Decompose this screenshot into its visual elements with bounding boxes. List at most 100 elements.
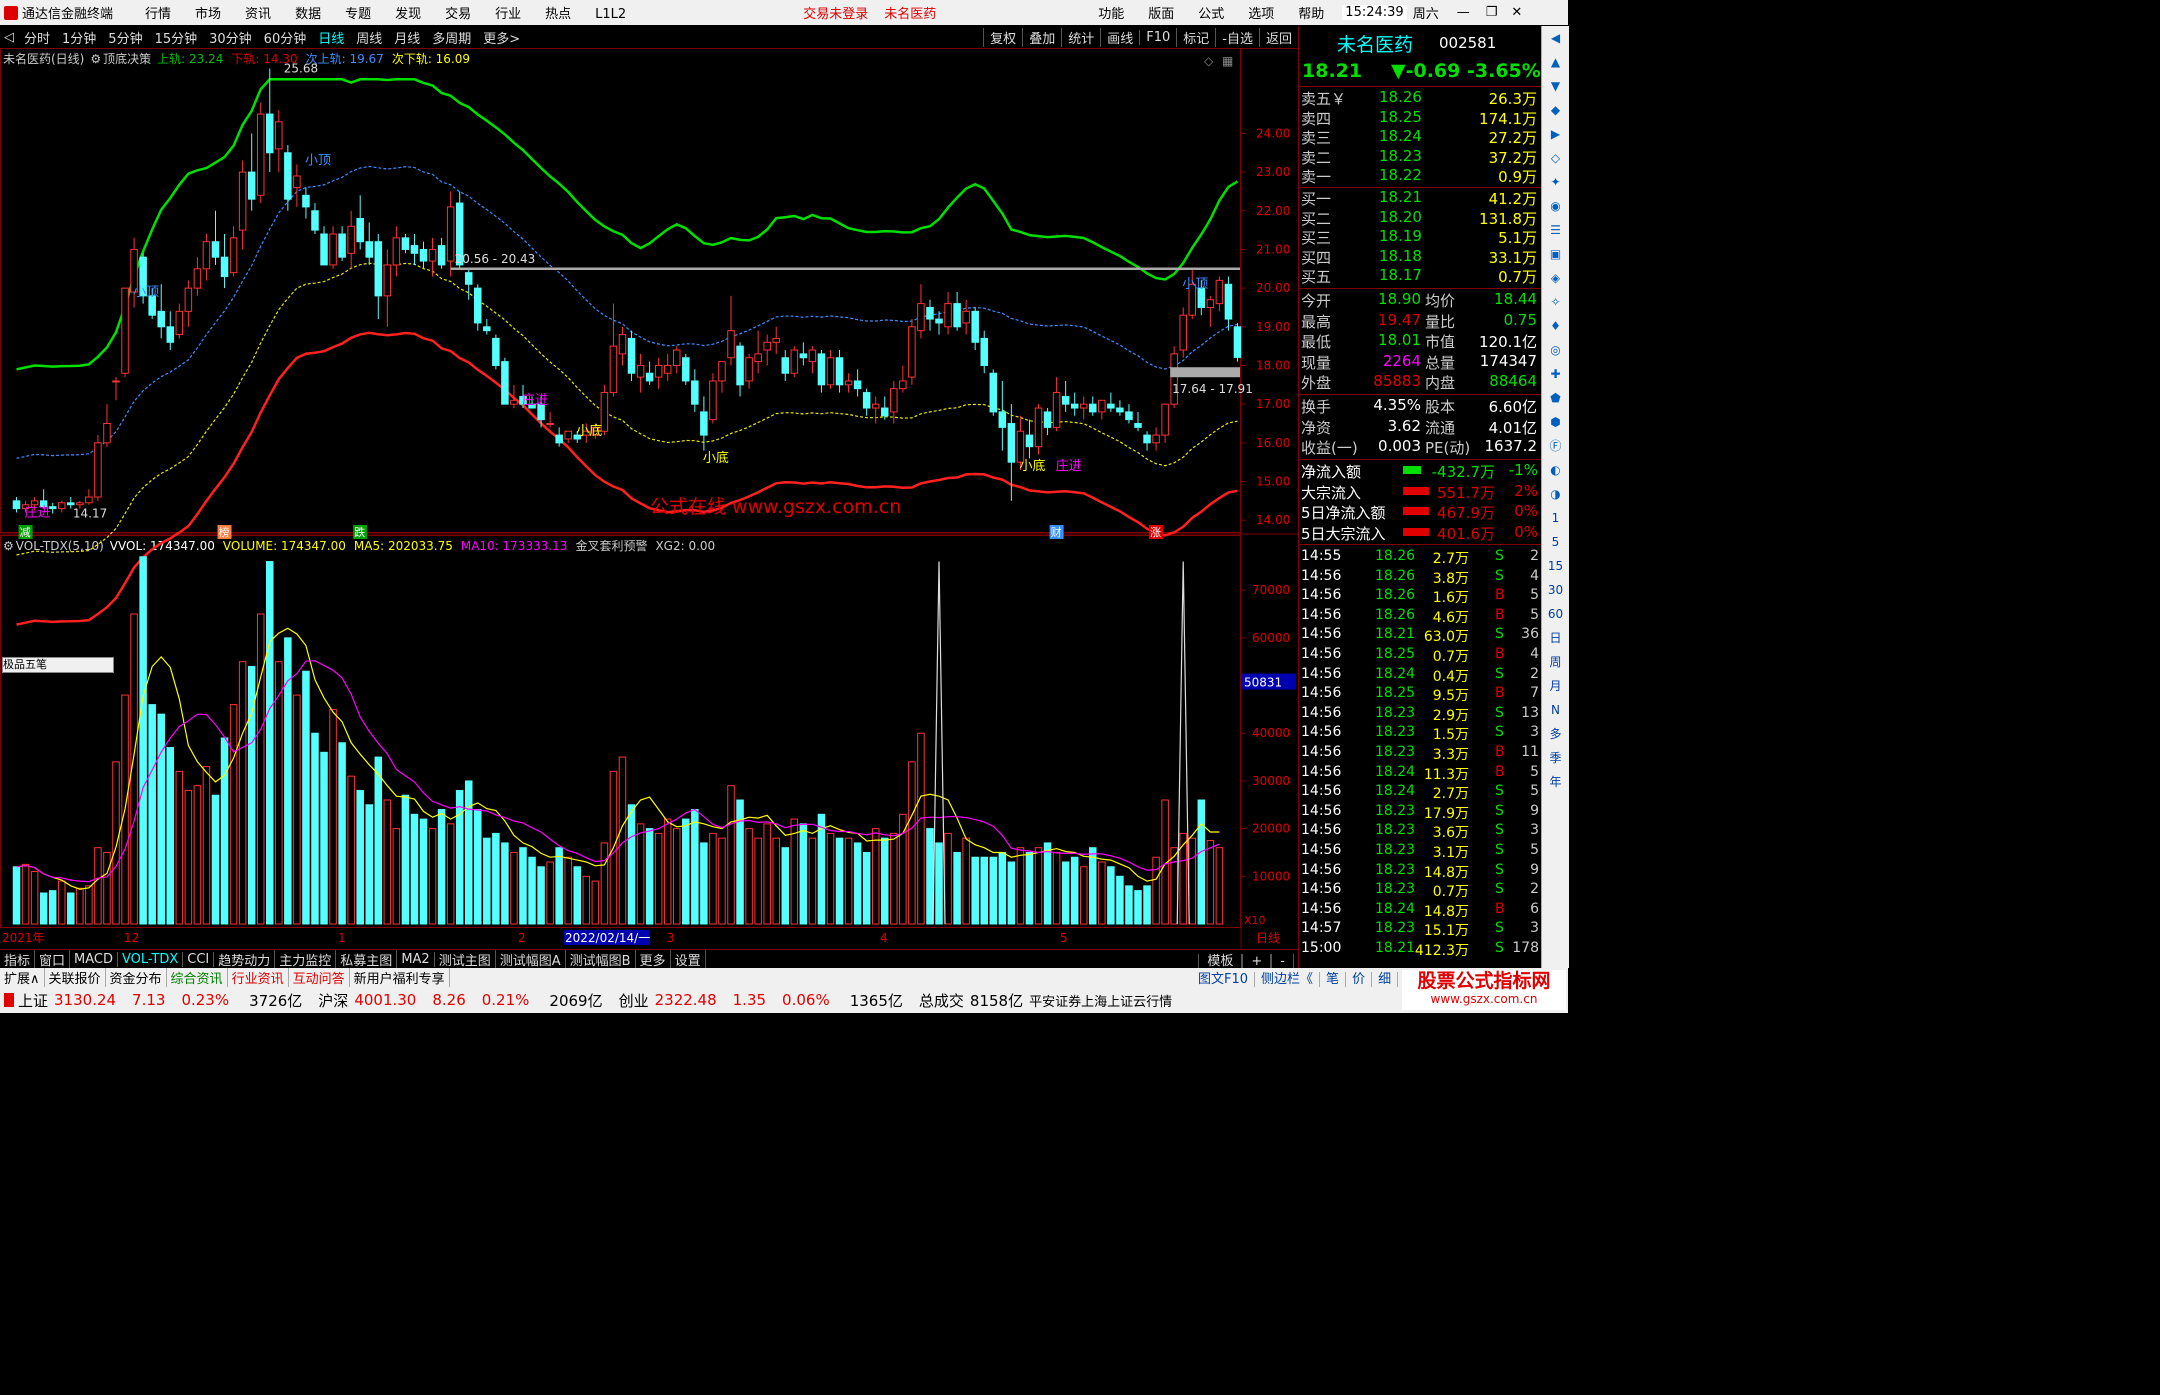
candle-body[interactable]	[401, 237, 410, 250]
volume-bar[interactable]	[555, 847, 563, 925]
candle-body[interactable]	[1206, 299, 1215, 308]
volume-bar[interactable]	[745, 828, 753, 925]
period-shortcut[interactable]: 30	[1542, 578, 1569, 602]
indicator-tab[interactable]: 测试主图	[435, 950, 496, 969]
candle-body[interactable]	[202, 241, 211, 270]
period-shortcut[interactable]: 60	[1542, 602, 1569, 626]
volume-bar[interactable]	[573, 866, 582, 925]
indicator-tab[interactable]: 窗口	[35, 950, 71, 969]
candle-body[interactable]	[980, 337, 988, 366]
volume-bar[interactable]	[1079, 866, 1088, 925]
volume-bar[interactable]	[1152, 856, 1160, 925]
candle-body[interactable]	[320, 233, 328, 266]
tool-icon[interactable]: ◐	[1542, 458, 1569, 482]
volume-bar[interactable]	[672, 828, 681, 925]
volume-bar[interactable]	[193, 785, 202, 925]
candle-body[interactable]	[510, 399, 518, 405]
volume-bar[interactable]	[582, 875, 591, 925]
candle-body[interactable]	[853, 380, 862, 390]
period-shortcut[interactable]: 15	[1542, 554, 1569, 578]
candle-body[interactable]	[627, 337, 636, 374]
volume-bar[interactable]	[338, 742, 346, 925]
candle-body[interactable]	[57, 502, 66, 510]
volume-bar[interactable]	[998, 851, 1007, 925]
volume-bar[interactable]	[682, 818, 690, 925]
menu-item[interactable]: 行情	[145, 7, 171, 22]
candle-body[interactable]	[727, 330, 735, 359]
volume-bar[interactable]	[790, 818, 799, 925]
extension-right-button[interactable]: 细	[1372, 972, 1399, 987]
volume-bar[interactable]	[1107, 866, 1115, 925]
volume-bar[interactable]	[220, 737, 229, 925]
menu-item[interactable]: 数据	[295, 7, 321, 22]
volume-bar[interactable]	[1134, 890, 1142, 925]
volume-bar[interactable]	[12, 866, 21, 925]
volume-bar[interactable]	[464, 780, 473, 925]
period-shortcut[interactable]: 周	[1542, 650, 1569, 674]
tool-icon[interactable]: ◑	[1542, 482, 1569, 506]
volume-bar[interactable]	[926, 828, 934, 925]
volume-bar[interactable]	[754, 837, 762, 925]
candle-body[interactable]	[709, 380, 717, 421]
minimize-icon[interactable]: —	[1457, 5, 1470, 20]
extension-right-button[interactable]: 价	[1346, 972, 1373, 987]
period-tab[interactable]: 15分钟	[155, 28, 198, 47]
candle-body[interactable]	[917, 303, 925, 332]
candle-body[interactable]	[645, 372, 654, 382]
volume-bar[interactable]	[293, 694, 301, 925]
volume-bar[interactable]	[691, 809, 699, 925]
ime-toolbar[interactable]: 极品五笔	[2, 657, 114, 673]
candle-body[interactable]	[220, 256, 229, 278]
volume-bar[interactable]	[862, 851, 871, 925]
extension-right-button[interactable]: 图文F10	[1192, 972, 1256, 987]
indicator-tab[interactable]: 测试幅图A	[496, 950, 566, 969]
volume-bar[interactable]	[112, 761, 120, 925]
candle-body[interactable]	[266, 113, 274, 154]
extension-right-button[interactable]: 笔	[1320, 972, 1347, 987]
volume-bar[interactable]	[256, 613, 265, 925]
candle-body[interactable]	[817, 353, 826, 386]
candle-body[interactable]	[1125, 411, 1133, 421]
bid-row[interactable]: 买二 18.20 131.8万	[1299, 208, 1541, 228]
period-tab[interactable]: 日线	[318, 28, 344, 47]
volume-bar[interactable]	[94, 847, 102, 925]
volume-bar[interactable]	[763, 823, 771, 925]
candle-body[interactable]	[392, 237, 401, 266]
menu-item[interactable]: 功能	[1098, 7, 1124, 22]
volume-bar[interactable]	[1016, 847, 1025, 925]
volume-bar[interactable]	[446, 823, 455, 925]
candle-body[interactable]	[1016, 430, 1025, 463]
tool-icon[interactable]: ♦	[1542, 314, 1569, 338]
menu-item[interactable]: 资讯	[245, 7, 271, 22]
tool-icon[interactable]: ◉	[1542, 194, 1569, 218]
trade-login-status[interactable]: 交易未登录	[803, 3, 868, 22]
candle-body[interactable]	[410, 245, 419, 254]
candle-body[interactable]	[30, 500, 39, 506]
volume-bar[interactable]	[917, 732, 925, 925]
candle-body[interactable]	[754, 353, 762, 363]
candle-body[interactable]	[971, 310, 979, 343]
volume-bar[interactable]	[618, 756, 627, 925]
candle-body[interactable]	[1179, 314, 1187, 351]
indicator-tab[interactable]: MACD	[70, 952, 118, 967]
tool-icon[interactable]: Ⓕ	[1542, 434, 1569, 458]
candle-body[interactable]	[311, 210, 319, 231]
menu-item[interactable]: 发现	[395, 7, 421, 22]
indicator-tab[interactable]: 趋势动力	[214, 950, 276, 969]
template-button[interactable]: 模板	[1198, 954, 1243, 969]
pane-grid-icon[interactable]: ▦	[1222, 54, 1233, 68]
volume-bar[interactable]	[510, 851, 518, 925]
candle-body[interactable]	[700, 411, 708, 436]
candle-body[interactable]	[247, 171, 256, 200]
extension-tab[interactable]: 资金分布	[106, 968, 167, 987]
tool-button[interactable]: 叠加	[1022, 27, 1061, 47]
extension-tab[interactable]: 行业资讯	[228, 968, 289, 987]
candle-body[interactable]	[1025, 434, 1034, 448]
volume-bar[interactable]	[709, 832, 717, 925]
volume-bar[interactable]	[374, 756, 383, 925]
candle-body[interactable]	[112, 380, 120, 383]
volume-bar[interactable]	[311, 732, 319, 925]
volume-bar[interactable]	[989, 856, 998, 925]
volume-bar[interactable]	[275, 661, 283, 925]
tool-icon[interactable]: ◇	[1542, 146, 1569, 170]
